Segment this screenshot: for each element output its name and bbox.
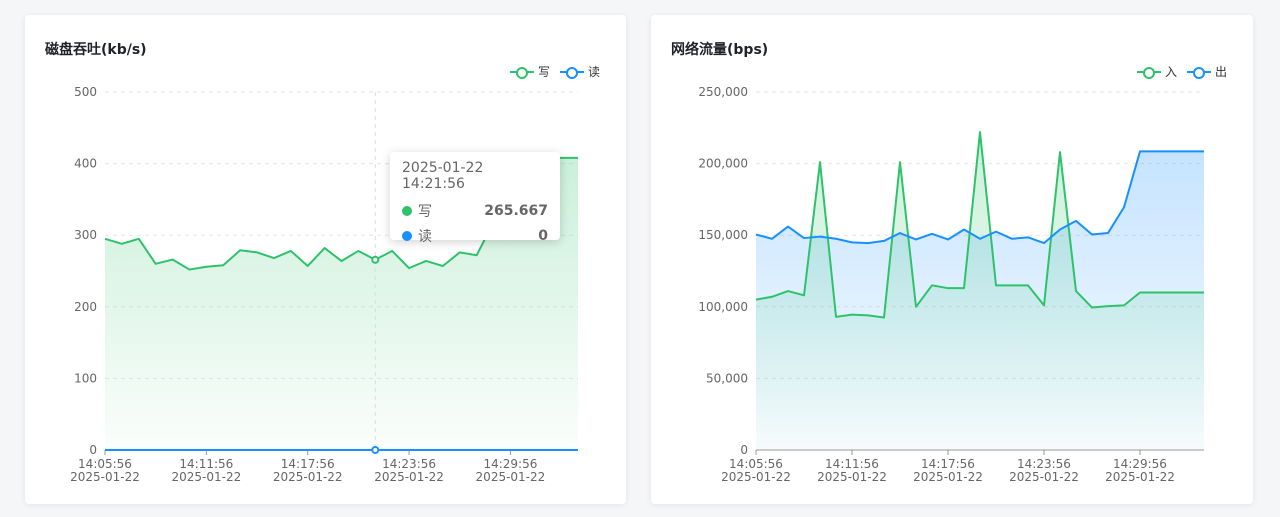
chart-tooltip: 2025-01-22 14:21:56 写 265.667 读 0 [390, 152, 560, 245]
disk-xtick-time: 14:11:56 [179, 457, 233, 471]
net-xtick-date: 2025-01-22 [817, 470, 887, 484]
net-xtick-time: 14:05:56 [729, 457, 783, 471]
tooltip-read-dot-icon [402, 230, 412, 241]
disk-ytick-label: 200 [74, 300, 97, 314]
tooltip-write-dot-icon [402, 205, 412, 216]
disk-xtick-date: 2025-01-22 [70, 470, 140, 484]
disk-ytick-label: 500 [74, 85, 97, 99]
tooltip-time: 2025-01-22 14:21:56 [402, 160, 484, 192]
tooltip-row-write: 写 265.667 [402, 198, 548, 223]
net-xtick-time: 14:23:56 [1017, 457, 1071, 471]
disk-ytick-label: 400 [74, 157, 97, 171]
net-xtick-time: 14:17:56 [921, 457, 975, 471]
network-traffic-card: 网络流量(bps) 入 出 0 50,000 100,000 150,000 200,0… [651, 15, 1253, 504]
tooltip-read-name: 读 [418, 228, 432, 245]
net-xtick-time: 14:11:56 [825, 457, 879, 471]
disk-ytick-label: 100 [74, 371, 97, 385]
net-ytick-label: 0 [740, 443, 748, 457]
disk-xtick-time: 14:17:56 [281, 457, 335, 471]
disk-highlight-point-1 [371, 446, 380, 454]
disk-xtick-time: 14:23:56 [382, 457, 436, 471]
disk-throughput-card: 磁盘吞吐(kb/s) 写 读 0 100 200 300 400 500 14:05:56 2… [25, 15, 626, 504]
disk-xtick-date: 2025-01-22 [171, 470, 241, 484]
net-ytick-label: 200,000 [698, 157, 748, 171]
disk-xtick-date: 2025-01-22 [374, 470, 444, 484]
net-ytick-label: 250,000 [698, 85, 748, 99]
net-xtick-date: 2025-01-22 [913, 470, 983, 484]
net-ytick-label: 150,000 [698, 228, 748, 242]
tooltip-read-value: 0 [538, 227, 548, 244]
net-chart-plot[interactable]: 0 50,000 100,000 150,000 200,000 250,000 14:05… [651, 15, 1253, 504]
disk-ytick-label: 300 [74, 228, 97, 242]
tooltip-row-read: 读 0 [402, 223, 548, 248]
tooltip-write-name: 写 [418, 203, 432, 220]
net-xtick-date: 2025-01-22 [721, 470, 791, 484]
disk-ytick-label: 0 [89, 443, 97, 457]
disk-highlight-point-0 [371, 255, 380, 264]
tooltip-write-value: 265.667 [484, 202, 548, 219]
disk-chart-plot[interactable]: 010020030040050014:05:562025-01-2214:11:… [25, 15, 626, 504]
net-xtick-time: 14:29:56 [1113, 457, 1167, 471]
disk-xtick-date: 2025-01-22 [273, 470, 343, 484]
disk-xtick-date: 2025-01-22 [476, 470, 546, 484]
net-xtick-date: 2025-01-22 [1009, 470, 1079, 484]
net-xtick-date: 2025-01-22 [1105, 470, 1175, 484]
disk-xtick-time: 14:29:56 [483, 457, 537, 471]
disk-xtick-time: 14:05:56 [78, 457, 132, 471]
net-ytick-label: 100,000 [698, 300, 748, 314]
net-ytick-label: 50,000 [706, 371, 748, 385]
